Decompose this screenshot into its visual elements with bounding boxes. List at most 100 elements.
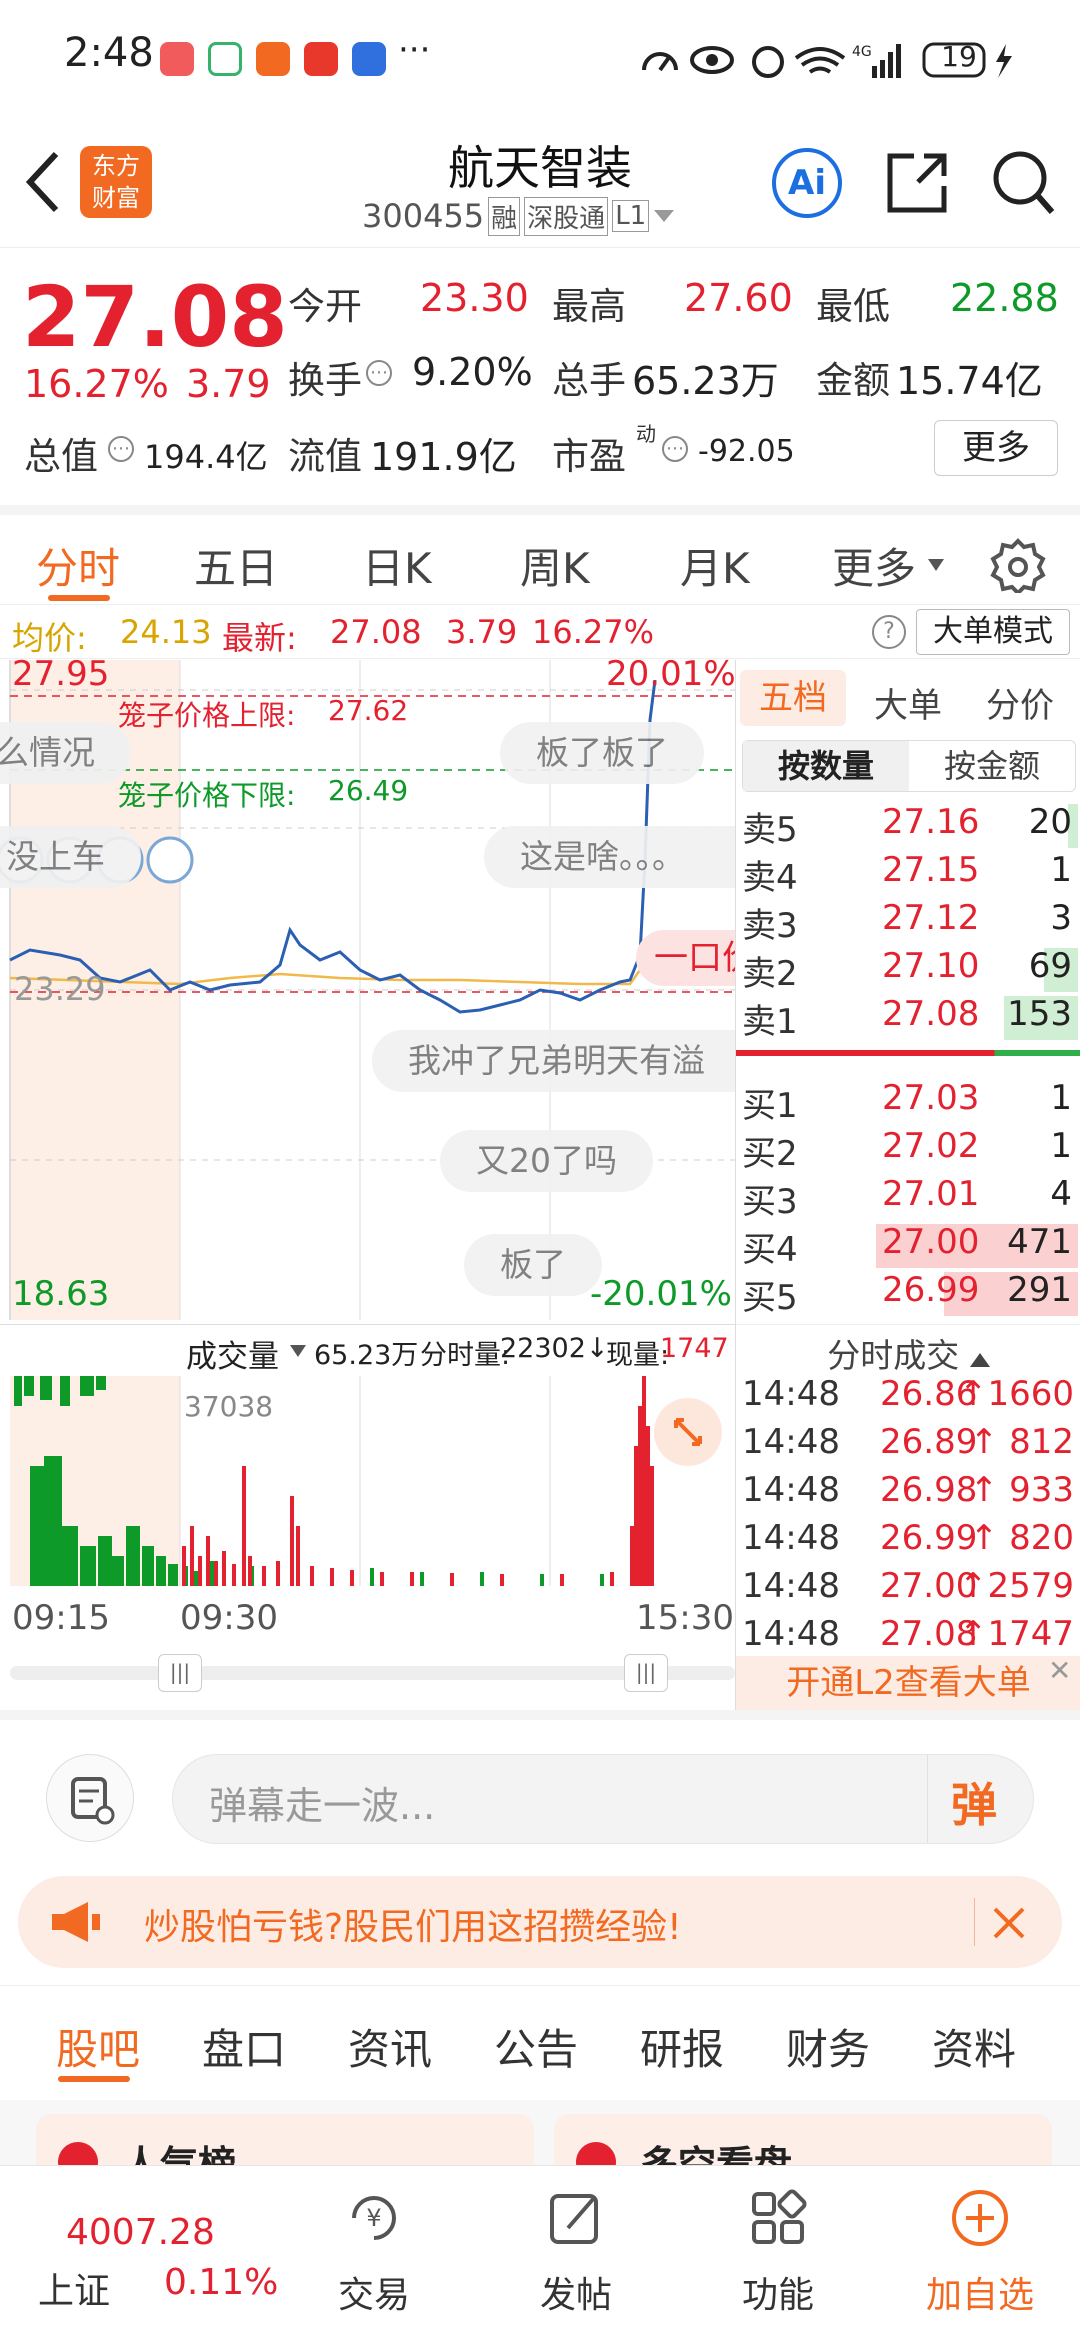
danmaku-bubble: 板了 (464, 1234, 602, 1296)
subtab-by-quantity[interactable]: 按数量 (743, 741, 909, 791)
time-cell: 14:48 (742, 1470, 840, 1510)
tab-announcements[interactable]: 公告 (494, 2016, 578, 2077)
danmaku-input[interactable]: 弹幕走一波... 弹 (172, 1754, 1034, 1844)
range-handle-right[interactable]: ||| (624, 1654, 668, 1692)
search-icon[interactable] (990, 148, 1056, 218)
avg-label: 均价: (12, 619, 87, 657)
float-value: 191.9亿 (370, 435, 517, 479)
index-value: 4007.28 (66, 2212, 215, 2253)
open-label: 今开 (288, 285, 362, 328)
close-icon[interactable]: ✕ (1048, 1654, 1071, 1687)
tab-financials[interactable]: 财务 (786, 2016, 870, 2077)
versus-icon (576, 2142, 616, 2166)
chart-info-bar: 均价: 24.13 最新: 27.08 3.79 16.27% ? 大单模式 (0, 605, 1080, 659)
app-notification-icon (208, 42, 242, 76)
tab-profile[interactable]: 资料 (932, 2016, 1016, 2077)
danmaku-bubble: 么情况 (0, 722, 131, 784)
index-ticker[interactable]: 4007.28 上证 0.11% (0, 2166, 300, 2341)
tab-research[interactable]: 研报 (640, 2016, 724, 2077)
stock-code: 300455 (362, 197, 485, 235)
tab-weekly-k[interactable]: 周K (520, 535, 590, 596)
cage-lower-label: 笼子价格下限: (118, 779, 296, 812)
promo-banner[interactable]: 炒股怕亏钱?股民们用这招攒经验! (18, 1876, 1062, 1968)
high-value: 27.60 (684, 276, 793, 320)
price-cell: 26.99 (882, 1270, 980, 1310)
change-percent: 16.27% (24, 362, 169, 406)
trade-row: 14:48 26.86 ↑1660 (742, 1374, 1078, 1422)
range-handle-left[interactable]: ||| (158, 1654, 202, 1692)
tab-market-depth[interactable]: 盘口 (202, 2016, 286, 2077)
nav-post[interactable]: 发帖 (496, 2166, 656, 2341)
bull-bear-card[interactable]: 多空看盘 (554, 2114, 1052, 2166)
info-icon[interactable]: ⋯ (108, 436, 134, 462)
tab-intraday[interactable]: 分时 (36, 535, 120, 596)
back-icon[interactable] (22, 150, 62, 214)
tab-more[interactable]: 更多 (832, 535, 916, 596)
help-icon[interactable]: ? (872, 615, 906, 649)
tab-big-orders[interactable]: 大单 (874, 678, 942, 727)
one-click-button[interactable]: 一口价 (636, 930, 735, 986)
bid-ask-ratio-bar (736, 1050, 1080, 1056)
more-button[interactable]: 更多 (934, 420, 1058, 476)
price-high-label: 27.95 (12, 654, 110, 694)
tab-five-levels[interactable]: 五档 (740, 670, 846, 726)
big-order-mode-button[interactable]: 大单模式 (916, 609, 1070, 655)
pct-low-label: -20.01% (590, 1274, 732, 1314)
open-value: 23.30 (420, 276, 529, 320)
popularity-card[interactable]: 人气榜 (36, 2114, 534, 2166)
stock-name: 航天智装 (448, 141, 632, 195)
price-cell: 27.16 (882, 802, 980, 842)
danmaku-settings-button[interactable] (46, 1754, 134, 1842)
nav-add-watchlist[interactable]: 加自选 (900, 2166, 1060, 2341)
tab-daily-k[interactable]: 日K (362, 535, 432, 596)
order-book-panel: 五档 大单 分价 按数量 按金额 卖5 27.16 20 卖4 27.15 1 卖3 27… (735, 660, 1080, 1710)
trade-row: 14:48 26.89 ↑ 812 (742, 1422, 1078, 1470)
price-cell: 26.89 (880, 1422, 978, 1462)
subtab-by-amount[interactable]: 按金额 (909, 741, 1075, 791)
expand-button[interactable] (654, 1398, 722, 1466)
info-icon[interactable]: ⋯ (662, 436, 688, 462)
quantity-cell: 1 (1050, 1078, 1072, 1118)
time-range-scrollbar[interactable]: ||| ||| (10, 1654, 735, 1692)
tab-price-distribution[interactable]: 分价 (986, 678, 1054, 727)
quantity-cell: 69 (1028, 946, 1072, 986)
ask-row: 卖4 27.15 1 (742, 850, 1078, 898)
tab-five-day[interactable]: 五日 (194, 535, 278, 596)
send-danmaku-button[interactable]: 弹 (951, 1769, 997, 1835)
tab-news[interactable]: 资讯 (348, 2016, 432, 2077)
ai-button[interactable]: Ai (772, 148, 842, 218)
nav-features[interactable]: 功能 (698, 2166, 858, 2341)
index-pct: 0.11% (164, 2262, 279, 2303)
tab-monthly-k[interactable]: 月K (680, 535, 750, 596)
amount-value: 15.74亿 (896, 359, 1043, 403)
quantity-cell: ↑1747 (958, 1614, 1074, 1654)
time-label-close: 15:30 (636, 1598, 734, 1638)
level-label: 卖3 (742, 906, 798, 946)
pe-label: 市盈 (552, 435, 626, 478)
intraday-chart[interactable]: 27.95 20.01% 18.63 -20.01% 23.29 笼子价格上限:… (0, 654, 736, 1710)
quantity-cell: 4 (1050, 1174, 1072, 1214)
volume-selector[interactable]: 成交量 (186, 1331, 279, 1376)
price-cell: 27.00 (882, 1222, 980, 1262)
info-icon[interactable]: ⋯ (366, 360, 392, 386)
float-label: 流值 (288, 435, 362, 478)
trades-title: 分时成交 (827, 1336, 960, 1375)
cage-upper-value: 27.62 (328, 694, 409, 727)
time-cell: 14:48 (742, 1614, 840, 1654)
cage-upper-label: 笼子价格上限: (118, 699, 296, 732)
stock-code-row[interactable]: 300455 融 深股通 L1 (362, 196, 675, 236)
nav-trade[interactable]: ¥ 交易 (294, 2166, 454, 2341)
ask-row: 卖2 27.10 69 (742, 946, 1078, 994)
price-cell: 27.01 (882, 1174, 980, 1214)
gear-icon[interactable] (990, 537, 1046, 593)
ask-row: 卖1 27.08 153 (742, 994, 1078, 1042)
close-icon[interactable] (992, 1906, 1026, 1940)
quantity-cell: ↑ 933 (969, 1470, 1074, 1510)
chart-tabs: 分时 五日 日K 周K 月K 更多 (0, 505, 1080, 605)
prev-close-label: 23.29 (14, 970, 106, 1008)
l2-upgrade-banner[interactable]: 开通L2查看大单 (736, 1656, 1080, 1710)
share-icon[interactable] (884, 150, 950, 216)
tab-forum[interactable]: 股吧 (56, 2016, 140, 2077)
trades-header[interactable]: 分时成交 (736, 1324, 1080, 1375)
promo-text: 炒股怕亏钱?股民们用这招攒经验! (144, 1907, 682, 1948)
